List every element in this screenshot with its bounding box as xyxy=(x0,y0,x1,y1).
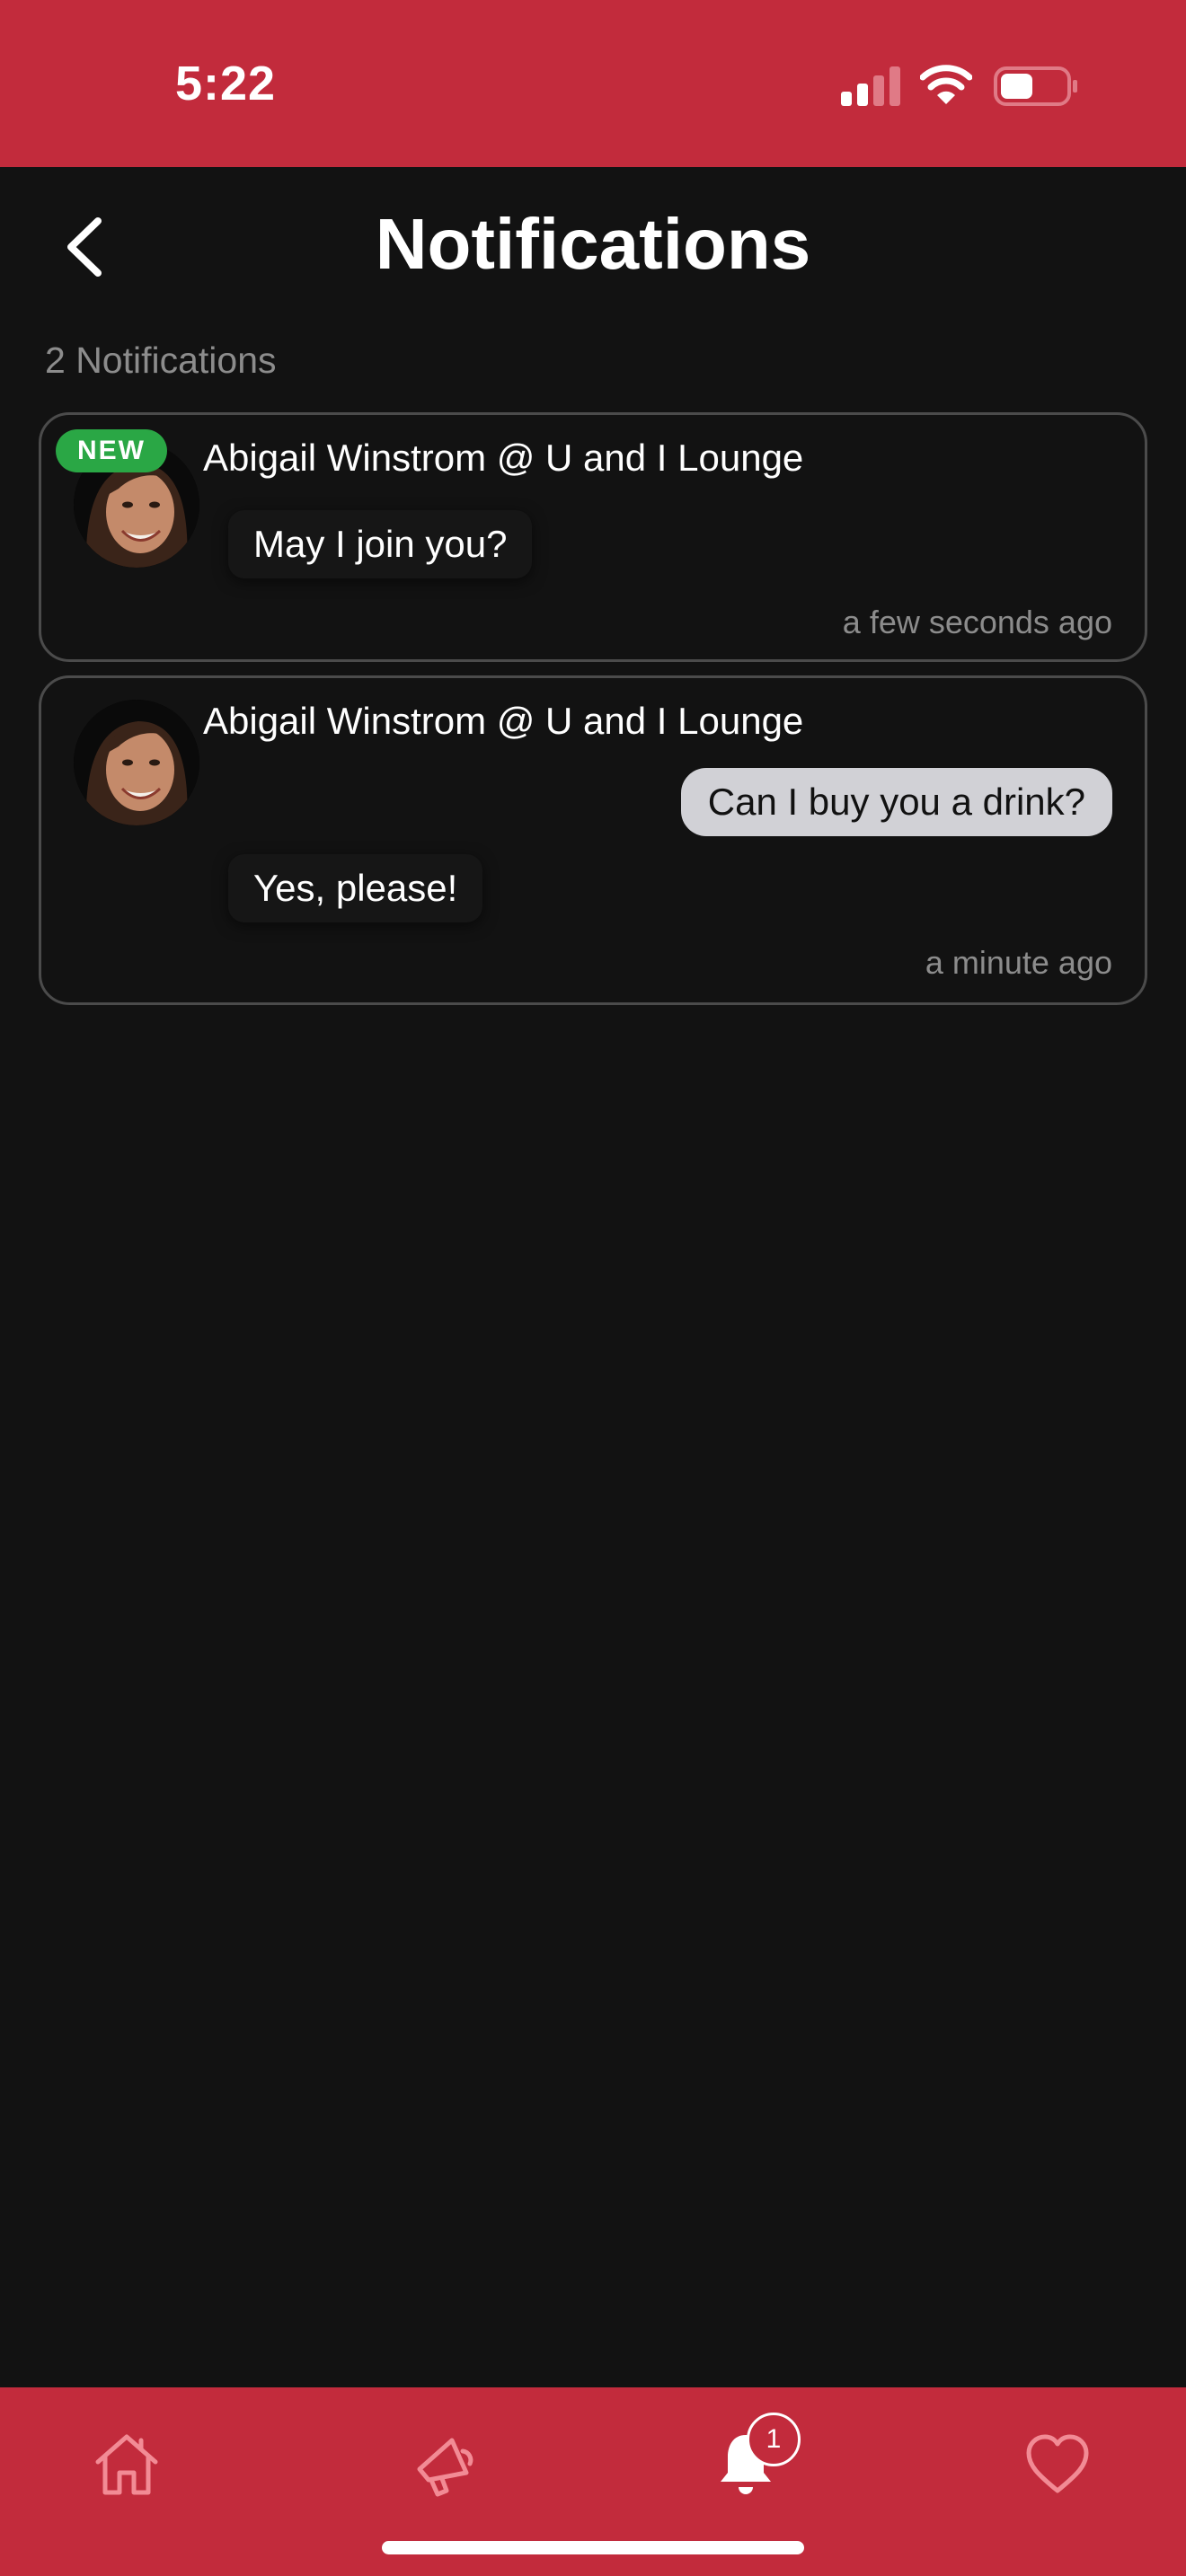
home-indicator xyxy=(382,2541,804,2554)
sender-name: Abigail Winstrom @ U and I Lounge xyxy=(203,700,804,742)
timestamp: a minute ago xyxy=(925,944,1112,981)
tab-favorites[interactable] xyxy=(1008,2414,1107,2513)
incoming-message-bubble: Yes, please! xyxy=(228,854,483,922)
notification-card[interactable]: NEW Abigail Winstrom @ U and I Lounge Ma… xyxy=(39,412,1147,662)
status-bar: 5:22 xyxy=(0,0,1186,167)
notifications-count: 2 Notifications xyxy=(45,340,277,381)
header: Notifications xyxy=(0,167,1186,325)
sender-name: Abigail Winstrom @ U and I Lounge xyxy=(203,437,804,479)
timestamp: a few seconds ago xyxy=(842,604,1112,640)
status-time: 5:22 xyxy=(175,57,277,110)
heart-icon xyxy=(1026,2434,1089,2493)
tab-notifications[interactable]: 1 xyxy=(696,2413,801,2513)
outgoing-message-bubble: Can I buy you a drink? xyxy=(680,768,1112,836)
notification-count-badge: 1 xyxy=(747,2413,801,2466)
new-badge: NEW xyxy=(56,429,167,472)
page-title: Notifications xyxy=(375,204,811,284)
tab-promotions[interactable] xyxy=(397,2414,496,2513)
tab-home[interactable] xyxy=(77,2414,176,2513)
signal-icon xyxy=(841,66,900,106)
home-icon xyxy=(95,2434,158,2495)
notification-card[interactable]: Abigail Winstrom @ U and I Lounge Can I … xyxy=(39,675,1147,1005)
notifications-screen: 5:22 Notifications 2 Notifications NEW A… xyxy=(0,0,1186,2576)
battery-icon xyxy=(994,66,1077,106)
incoming-message-bubble: May I join you? xyxy=(228,510,533,578)
avatar[interactable] xyxy=(74,700,199,825)
wifi-icon xyxy=(920,65,972,104)
megaphone-icon xyxy=(417,2438,474,2497)
